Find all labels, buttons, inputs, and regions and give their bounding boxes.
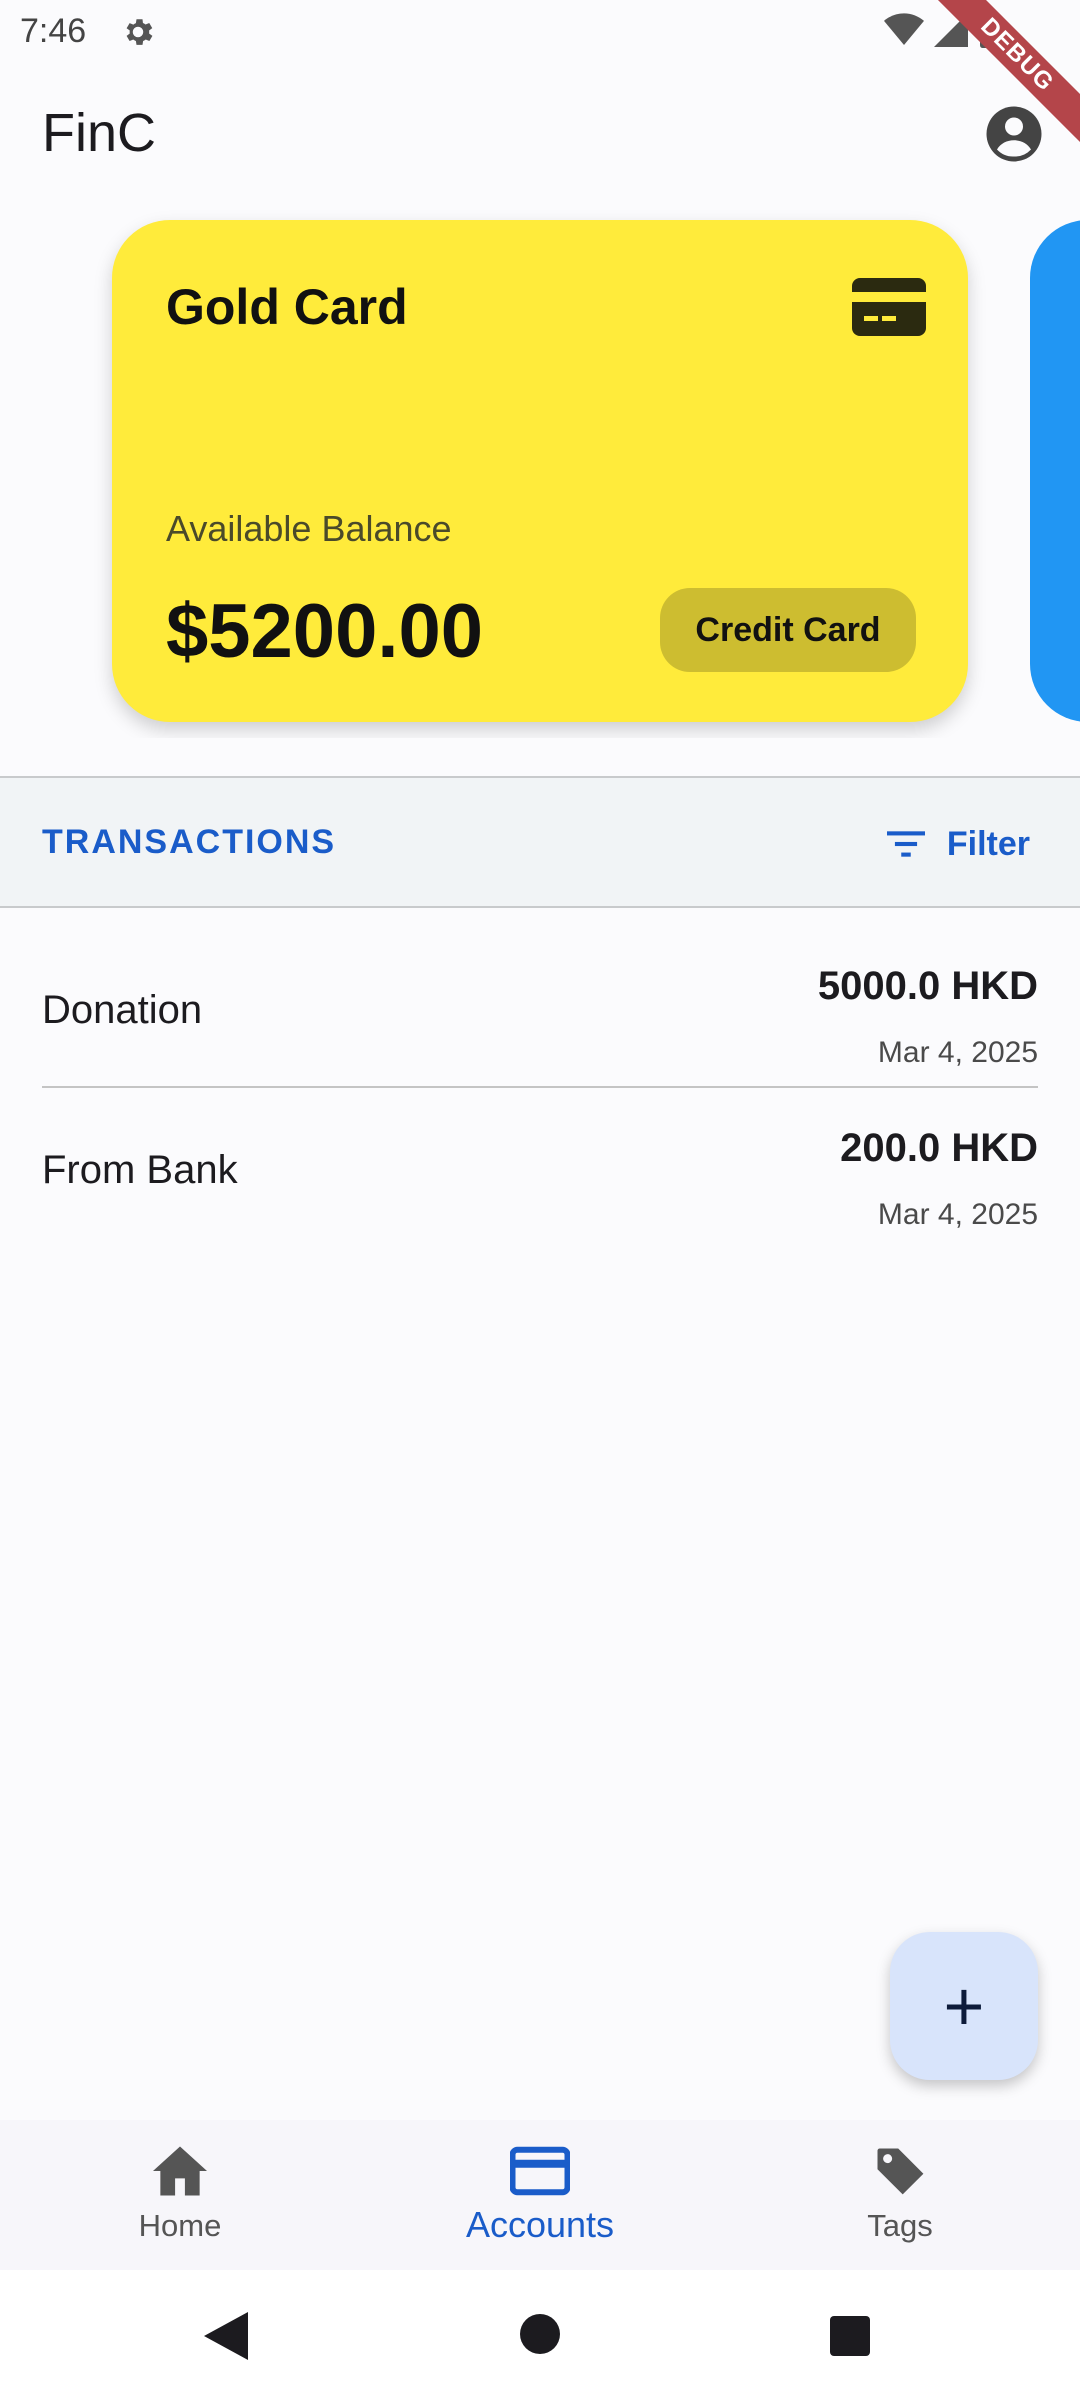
back-icon[interactable]: [204, 2312, 248, 2360]
transactions-list: Donation 5000.0 HKD Mar 4, 2025 From Ban…: [42, 908, 1038, 1268]
nav-label-accounts: Accounts: [465, 2204, 615, 2245]
nav-item-tags[interactable]: Tags: [720, 2120, 1080, 2270]
card-carousel[interactable]: Gold Card Available Balance $5200.00 Cre…: [0, 208, 1080, 738]
credit-card-icon: [510, 2146, 570, 2196]
filter-button[interactable]: Filter: [869, 804, 1048, 884]
card-title: Gold Card: [166, 279, 408, 335]
nav-item-home[interactable]: Home: [0, 2120, 360, 2270]
app-title: FinC: [42, 103, 157, 163]
bottom-navigation: Home Accounts Tags: [0, 2120, 1080, 2270]
tag-icon: [877, 2148, 924, 2195]
transaction-date: Mar 4, 2025: [877, 1198, 1038, 1231]
transaction-row[interactable]: From Bank 200.0 HKD Mar 4, 2025: [42, 1088, 1038, 1268]
recent-apps-icon[interactable]: [830, 2316, 870, 2356]
account-card-next[interactable]: [1030, 220, 1080, 722]
system-navigation: [0, 2270, 1080, 2400]
gear-icon: [126, 19, 153, 45]
transaction-row[interactable]: Donation 5000.0 HKD Mar 4, 2025: [42, 908, 1038, 1088]
filter-icon: [886, 831, 925, 857]
balance-label: Available Balance: [166, 508, 452, 549]
account-card-gold[interactable]: Gold Card Available Balance $5200.00 Cre…: [112, 220, 968, 722]
nav-label-tags: Tags: [867, 2208, 933, 2243]
account-circle-icon[interactable]: [984, 104, 1044, 164]
transaction-date: Mar 4, 2025: [877, 1036, 1038, 1069]
transaction-name: Donation: [42, 988, 203, 1032]
add-transaction-button[interactable]: +: [890, 1932, 1038, 2080]
transaction-amount: 5000.0 HKD: [817, 964, 1038, 1008]
transaction-name: From Bank: [42, 1148, 238, 1192]
home-icon: [153, 2146, 207, 2196]
home-circle-icon[interactable]: [520, 2314, 560, 2354]
filter-label: Filter: [946, 824, 1030, 863]
transactions-title: TRANSACTIONS: [42, 823, 337, 861]
app-bar: FinC: [0, 62, 1080, 208]
add-icon: +: [943, 1967, 985, 2045]
status-time: 7:46: [20, 12, 87, 50]
balance-value: $5200.00: [166, 589, 483, 674]
card-type-chip: Credit Card: [660, 588, 916, 672]
status-bar: 7:46 DEBUG: [0, 0, 1080, 149]
nav-label-home: Home: [138, 2208, 222, 2243]
nav-item-accounts[interactable]: Accounts: [360, 2120, 720, 2270]
credit-card-icon: [852, 278, 926, 336]
transaction-amount: 200.0 HKD: [840, 1126, 1038, 1170]
wifi-icon: [884, 13, 924, 46]
transactions-header: TRANSACTIONS Filter: [0, 776, 1080, 908]
